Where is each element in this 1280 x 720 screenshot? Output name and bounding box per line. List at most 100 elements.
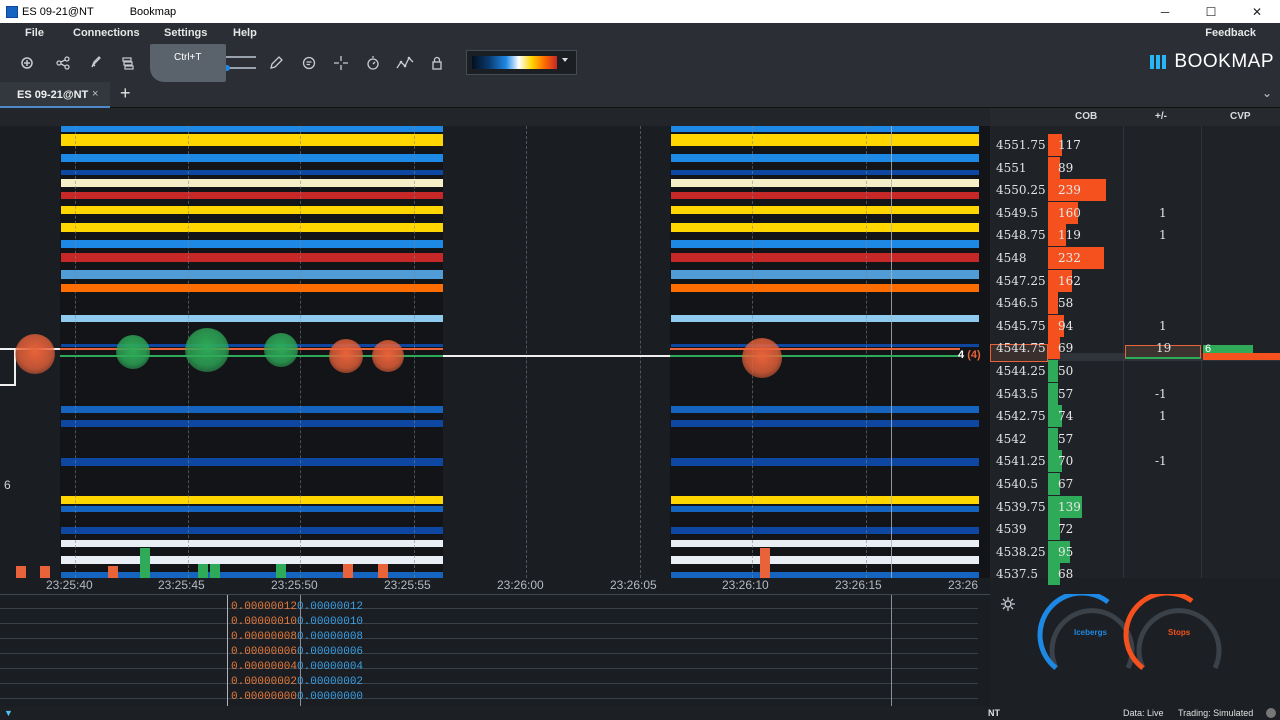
cob-bar <box>1048 382 1058 405</box>
share-icon[interactable] <box>53 53 73 73</box>
close-window-button[interactable]: ✕ <box>1234 0 1280 23</box>
lock-icon[interactable] <box>427 53 447 73</box>
heatmap-bar <box>61 126 443 132</box>
price-level: 4544.75 <box>996 341 1046 356</box>
palette-gradient <box>472 56 557 69</box>
plusminus-value: 1 <box>1159 318 1167 333</box>
volume-bar <box>378 564 388 578</box>
indicator-panel[interactable]: 0.000000120.00000012 0.000000100.00000010… <box>0 594 990 707</box>
indicator-gridline <box>0 608 978 609</box>
feedback-link[interactable]: Feedback <box>1205 27 1256 39</box>
heatmap-bar <box>61 496 443 504</box>
window-title: ES 09-21@NT <box>22 5 94 18</box>
left-marker: 6 <box>4 478 11 492</box>
add-tab-button[interactable]: + <box>120 83 131 104</box>
heatmap-bar <box>671 496 979 504</box>
heatmap-palette-select[interactable] <box>466 50 577 75</box>
status-bar: ▼ NT Data: Live Trading: Simulated <box>0 706 1280 720</box>
heatmap-bar <box>61 284 443 292</box>
trade-bubble <box>264 333 298 367</box>
indicator-value: 0.000000080.00000008 <box>231 631 364 643</box>
indicator-gridline <box>0 653 978 654</box>
heatmap-bar <box>671 253 979 262</box>
heatmap-bar <box>61 556 443 564</box>
cvp-value: 6 <box>1205 343 1212 355</box>
cob-header[interactable]: COB <box>1075 111 1097 122</box>
indicator-value: 0.000000020.00000002 <box>231 676 364 688</box>
menu-bar: File Connections Settings Help <box>0 23 1280 44</box>
cob-value: 74 <box>1058 409 1074 424</box>
last-trade-size: 4 (4) <box>958 349 981 361</box>
indicator-value: 0.000000100.00000010 <box>231 616 364 628</box>
gear-icon[interactable] <box>1001 597 1015 614</box>
time-tick: 23:25:45 <box>158 578 205 592</box>
rocket-icon[interactable] <box>86 53 106 73</box>
price-level: 4540.5 <box>996 477 1038 491</box>
icebergs-gauge-label: Icebergs <box>1074 628 1107 637</box>
cob-value: 95 <box>1058 544 1074 559</box>
grid-line <box>300 126 301 578</box>
heatmap-bar <box>671 240 979 248</box>
indicator-gridline <box>0 698 978 699</box>
indicator-icon[interactable] <box>395 53 415 73</box>
menu-connections[interactable]: Connections <box>73 27 140 39</box>
layers-icon[interactable] <box>118 53 138 73</box>
plusminus-value: 19 <box>1156 341 1172 356</box>
cob-bar <box>1048 360 1058 382</box>
zoom-slider[interactable] <box>222 52 256 74</box>
indicator-gridline <box>0 638 978 639</box>
trade-bubble <box>742 338 782 378</box>
heatmap-bar <box>61 270 443 279</box>
cvp-header[interactable]: CVP <box>1230 111 1251 122</box>
grid-line <box>526 126 527 578</box>
cob-value: 94 <box>1058 318 1074 333</box>
trading-status: Trading: Simulated <box>1178 708 1254 718</box>
crosshair-icon[interactable] <box>331 53 351 73</box>
tab-menu-icon[interactable]: ⌄ <box>1262 86 1272 100</box>
volume-bar <box>140 548 150 578</box>
price-level: 4538.25 <box>996 544 1046 559</box>
price-level: 4539.75 <box>996 499 1046 514</box>
grid-line <box>414 126 415 578</box>
heatmap-bar <box>671 315 979 322</box>
heatmap-bar <box>61 154 443 162</box>
plusminus-value: 1 <box>1159 409 1167 424</box>
plusminus-header[interactable]: +/- <box>1155 111 1167 122</box>
maximize-button[interactable]: ☐ <box>1188 0 1234 23</box>
cursor-line <box>891 126 892 578</box>
heatmap-bar <box>61 179 443 187</box>
pencil-icon[interactable] <box>266 53 286 73</box>
chevron-down-icon <box>562 58 568 62</box>
time-axis: 23:25:40 23:25:45 23:25:50 23:25:55 23:26:00… <box>0 578 990 594</box>
trade-bubble <box>329 339 363 373</box>
cob-value: 89 <box>1058 160 1074 175</box>
plusminus-value: -1 <box>1155 386 1167 401</box>
last-price-line <box>443 355 670 357</box>
heatmap-bar <box>61 223 443 232</box>
minimize-button[interactable]: ─ <box>1142 0 1188 23</box>
tab-label: ES 09-21@NT <box>17 89 89 101</box>
time-tick: 23:26 <box>948 578 979 592</box>
price-level: 4547.25 <box>996 273 1046 288</box>
chat-icon[interactable] <box>299 53 319 73</box>
price-level: 4539 <box>996 522 1027 537</box>
trade-bubble <box>15 334 55 374</box>
close-tab-icon[interactable]: × <box>92 88 98 100</box>
heatmap-bar <box>671 506 979 512</box>
menu-help[interactable]: Help <box>233 27 257 39</box>
add-instrument-icon[interactable] <box>17 53 37 73</box>
tab-es-09-21[interactable]: ES 09-21@NT × <box>0 82 110 108</box>
cvp-bar <box>1203 353 1280 360</box>
heatmap-bar <box>61 420 443 427</box>
price-level: 4545.75 <box>996 318 1046 333</box>
heatmap-chart[interactable]: 4 (4) <box>0 126 990 578</box>
heatmap-bar <box>671 170 979 175</box>
cob-value: 160 <box>1058 205 1081 220</box>
menu-settings[interactable]: Settings <box>164 27 207 39</box>
stops-gauge-label: Stops <box>1168 628 1191 637</box>
cursor-line <box>891 595 892 707</box>
menu-file[interactable]: File <box>25 27 44 39</box>
volume-bar <box>40 566 50 578</box>
timer-icon[interactable] <box>363 53 383 73</box>
indicator-gridline <box>0 623 978 624</box>
